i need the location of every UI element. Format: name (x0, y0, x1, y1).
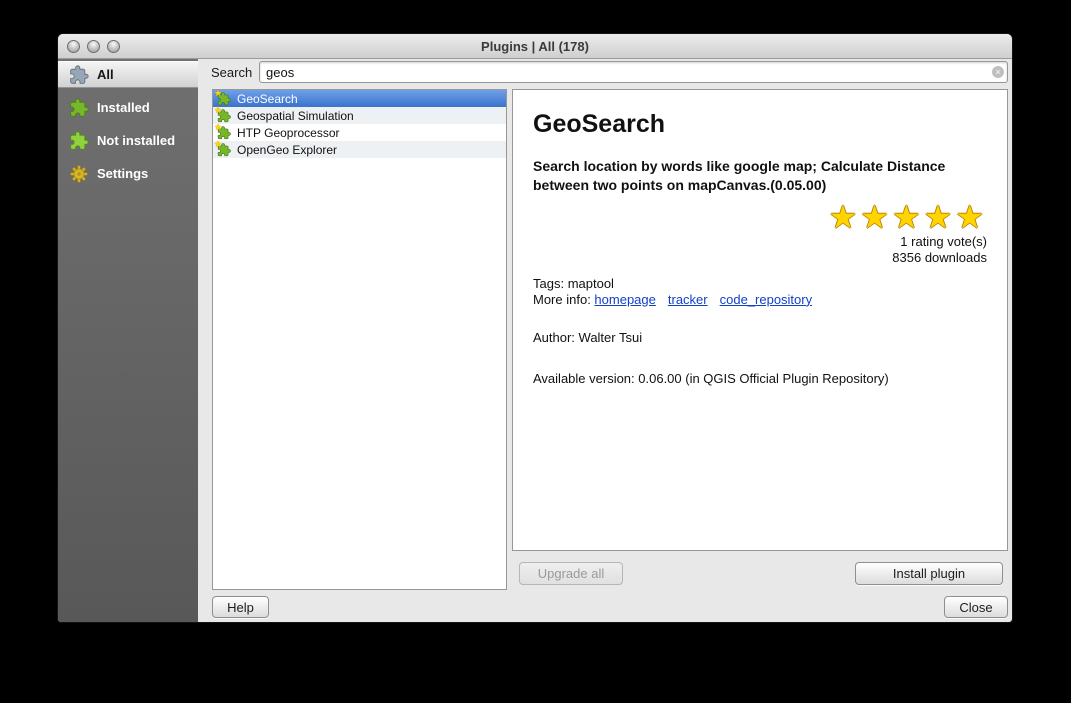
plugin-details-panel: GeoSearch Search location by words like … (512, 89, 1008, 551)
sidebar-item-label: Installed (97, 100, 150, 115)
window-controls (67, 40, 120, 53)
more-info-line: More info: homepage tracker code_repositor… (533, 292, 987, 308)
more-info-label: More info: (533, 292, 594, 307)
sidebar: All Installed Not installed (58, 59, 198, 622)
close-button[interactable]: Close (944, 596, 1008, 618)
list-item[interactable]: ★ OpenGeo Explorer (213, 141, 506, 158)
install-plugin-button[interactable]: Install plugin (855, 562, 1003, 585)
author-line: Author: Walter Tsui (533, 330, 987, 346)
sidebar-item-label: Not installed (97, 133, 175, 148)
sidebar-item-label: Settings (97, 166, 148, 181)
puzzle-icon (69, 65, 89, 85)
star-badge-icon: ★ (214, 122, 222, 133)
list-item[interactable]: ★ Geospatial Simulation (213, 107, 506, 124)
not-installed-puzzle-icon (69, 131, 89, 151)
rating-stars: ★★★★★ (533, 201, 987, 235)
plugin-puzzle-icon: ★ (217, 143, 231, 157)
search-clear-icon[interactable]: × (992, 66, 1004, 78)
close-window-button[interactable] (67, 40, 80, 53)
available-version-line: Available version: 0.06.00 (in QGIS Offi… (533, 371, 987, 387)
gear-icon (69, 164, 89, 184)
tags-value: maptool (568, 276, 614, 291)
upgrade-all-button[interactable]: Upgrade all (519, 562, 623, 585)
search-label: Search (211, 65, 252, 80)
help-button[interactable]: Help (212, 596, 269, 618)
plugin-puzzle-icon: ★ (217, 92, 231, 106)
tags-label: Tags: (533, 276, 568, 291)
plugin-title: GeoSearch (533, 110, 987, 139)
plugin-name: Geospatial Simulation (237, 109, 354, 123)
plugin-puzzle-icon: ★ (217, 126, 231, 140)
star-badge-icon: ★ (214, 89, 222, 99)
installed-puzzle-icon (69, 98, 89, 118)
code-repository-link[interactable]: code_repository (720, 292, 813, 307)
search-input[interactable] (259, 61, 1008, 83)
minimize-window-button[interactable] (87, 40, 100, 53)
downloads-count: 8356 downloads (533, 250, 987, 266)
sidebar-item-not-installed[interactable]: Not installed (58, 127, 198, 154)
list-item[interactable]: ★ GeoSearch (213, 90, 506, 107)
plugin-puzzle-icon: ★ (217, 109, 231, 123)
tags-line: Tags: maptool (533, 276, 987, 292)
star-badge-icon: ★ (214, 105, 222, 116)
titlebar: Plugins | All (178) (58, 34, 1012, 59)
sidebar-item-all[interactable]: All (58, 61, 198, 88)
plugin-name: GeoSearch (237, 92, 298, 106)
list-item[interactable]: ★ HTP Geoprocessor (213, 124, 506, 141)
tracker-link[interactable]: tracker (668, 292, 708, 307)
sidebar-item-label: All (97, 67, 114, 82)
zoom-window-button[interactable] (107, 40, 120, 53)
plugin-list: ★ GeoSearch ★ Geospatial Simulation ★ HT… (212, 89, 507, 590)
sidebar-item-installed[interactable]: Installed (58, 94, 198, 121)
rating-votes: 1 rating vote(s) (533, 234, 987, 250)
plugin-name: HTP Geoprocessor (237, 126, 340, 140)
star-badge-icon: ★ (214, 139, 222, 150)
plugins-window: Plugins | All (178) All Installed Not in… (57, 33, 1013, 623)
sidebar-item-settings[interactable]: Settings (58, 160, 198, 187)
homepage-link[interactable]: homepage (594, 292, 655, 307)
window-title: Plugins | All (178) (481, 39, 589, 54)
plugin-name: OpenGeo Explorer (237, 143, 337, 157)
plugin-description: Search location by words like google map… (533, 157, 987, 195)
